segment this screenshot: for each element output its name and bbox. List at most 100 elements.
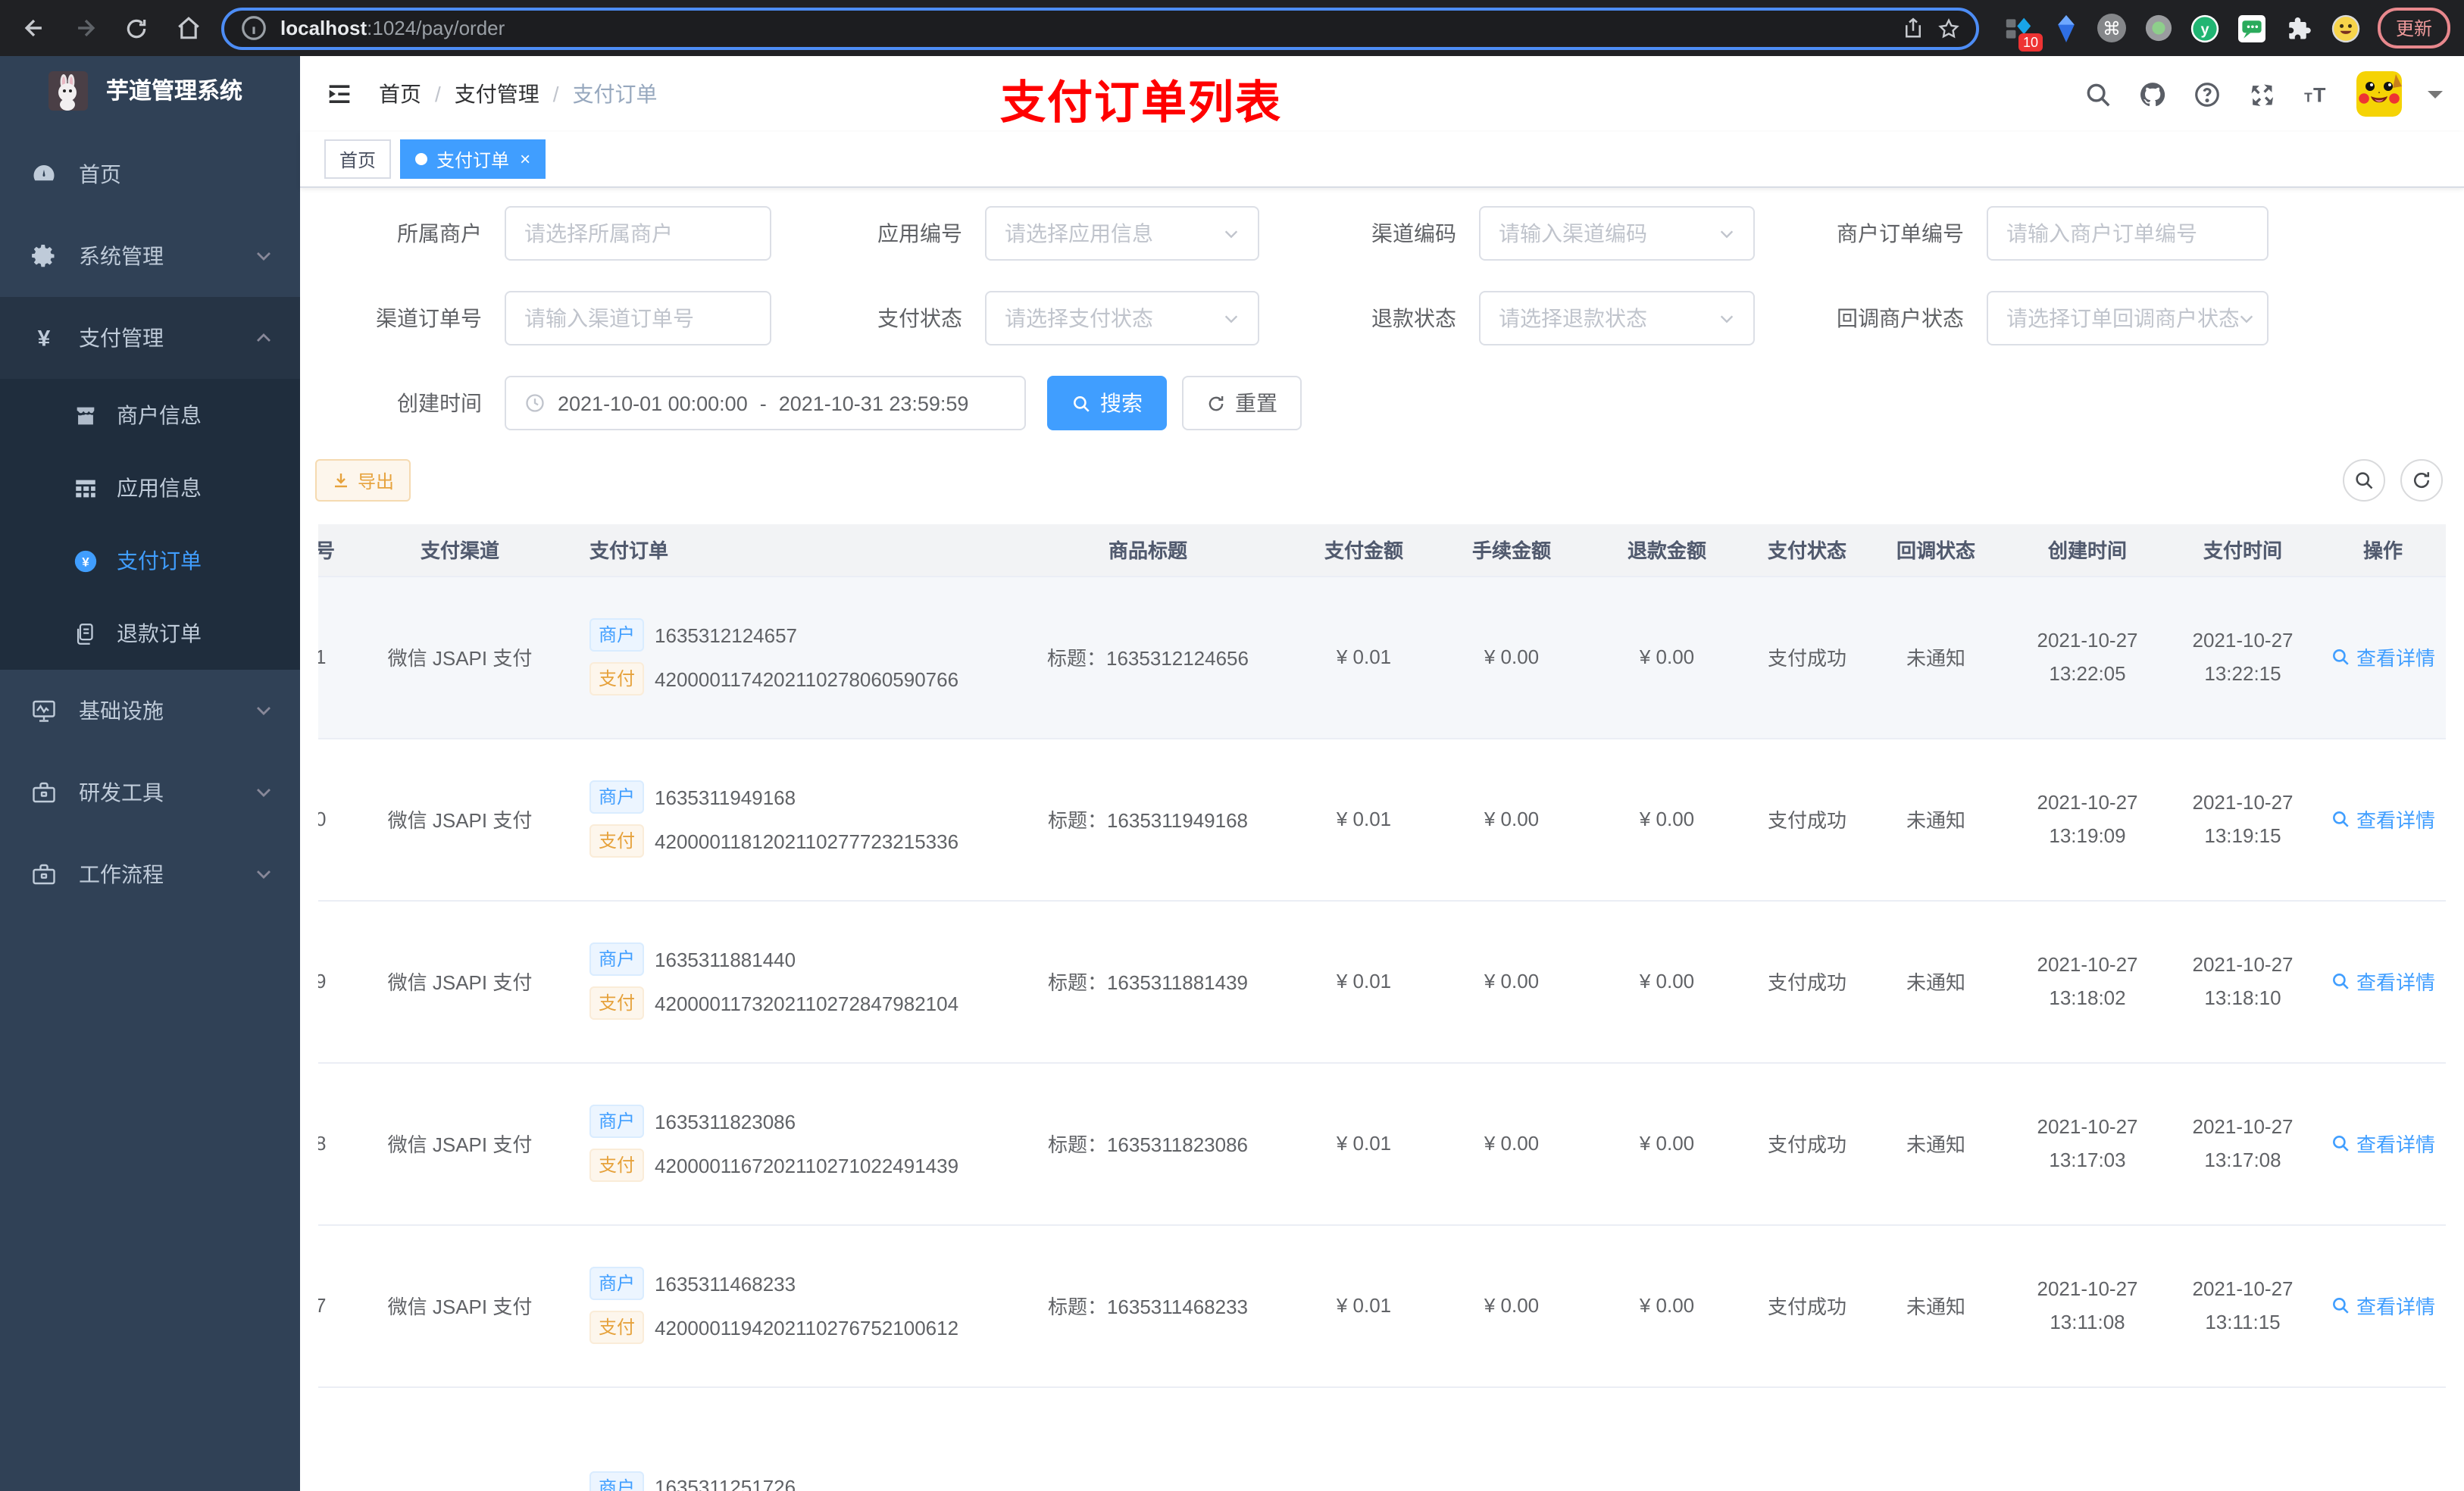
extension-command-icon[interactable]: ⌘ <box>2097 14 2126 42</box>
tab-home[interactable]: 首页 <box>324 139 392 179</box>
app-logo[interactable]: 芋道管理系统 <box>0 56 300 124</box>
cell-paid-time: 2021-10-27 13:18:10 <box>2175 900 2311 1063</box>
extensions-puzzle-icon[interactable] <box>2284 13 2314 43</box>
refund-status-select[interactable]: 请选择退款状态 <box>1479 291 1755 345</box>
cell-id: 21 <box>318 576 352 739</box>
date-start: 2021-10-01 00:00:00 <box>558 392 748 414</box>
breadcrumb-payment[interactable]: 支付管理 <box>455 79 539 109</box>
cell-notify-status: 未通知 <box>1871 1062 2000 1225</box>
font-size-icon[interactable]: TT <box>2302 80 2331 108</box>
sidebar-collapse-icon[interactable] <box>324 79 355 109</box>
profile-emoji-icon[interactable] <box>2331 13 2361 43</box>
yen-circle-icon: ¥ <box>73 548 98 574</box>
link-label: 查看详情 <box>2356 809 2435 832</box>
filter-label: 支付状态 <box>877 306 962 330</box>
address-bar[interactable]: localhost:1024/pay/order <box>221 7 1979 49</box>
chevron-down-icon <box>255 702 273 720</box>
order-no-line: 商户 1635311468233 <box>589 1267 994 1300</box>
time-text: 13:18:10 <box>2204 986 2281 1008</box>
view-detail-link[interactable]: 查看详情 <box>2331 1129 2435 1158</box>
table-row: 20微信 JSAPI 支付商户 1635311949168 支付 4200001181… <box>318 738 2446 901</box>
github-icon[interactable] <box>2138 80 2167 108</box>
export-button[interactable]: 导出 <box>315 459 411 502</box>
avatar-caret-icon[interactable] <box>2428 90 2443 105</box>
pay-badge: 支付 <box>589 1149 645 1182</box>
sidebar-item-dev-tools[interactable]: 研发工具 <box>0 752 300 833</box>
cell-title: 标题：1635311949168 <box>1000 738 1296 901</box>
sidebar-item-label: 首页 <box>79 162 121 186</box>
sidebar-item-label: 工作流程 <box>79 862 164 886</box>
column-header: 支付渠道 <box>352 524 568 577</box>
column-header: 退款金额 <box>1591 524 1743 577</box>
extension-devtool-icon[interactable]: 10 <box>2003 13 2043 51</box>
column-header: 操作 <box>2311 524 2446 577</box>
merchant-select[interactable]: 请选择所属商户 <box>505 206 771 261</box>
sidebar-item-refund-order[interactable]: 退款订单 <box>0 597 300 670</box>
link-label: 查看详情 <box>2356 647 2435 670</box>
merchant-badge: 商户 <box>589 942 645 976</box>
callback-status-select[interactable]: 请选择订单回调商户状态 <box>1987 291 2269 345</box>
channel-code-select[interactable]: 请输入渠道编码 <box>1479 206 1755 261</box>
site-info-icon[interactable] <box>239 14 268 42</box>
extension-y-icon[interactable]: y <box>2190 13 2220 43</box>
tab-close-icon[interactable]: × <box>520 150 530 168</box>
yen-icon: ¥ <box>30 324 58 352</box>
merchant-order-no-input[interactable]: 请输入商户订单编号 <box>1987 206 2269 261</box>
refresh-table-button[interactable] <box>2400 459 2443 502</box>
url-text[interactable]: localhost:1024/pay/order <box>280 17 1890 39</box>
help-icon[interactable] <box>2193 80 2222 108</box>
filter-row-2: 渠道订单号 请输入渠道订单号 支付状态 请选择支付状态 退款状态 请选择退款状态… <box>315 291 2449 345</box>
order-number: 4200001173202110272847982104 <box>655 992 959 1014</box>
bookmark-star-icon[interactable] <box>1937 16 1961 40</box>
search-icon[interactable] <box>2084 80 2112 108</box>
fullscreen-icon[interactable] <box>2247 80 2276 108</box>
placeholder-text: 请选择订单回调商户状态 <box>2006 306 2238 330</box>
cell-notify-status: 未通知 <box>1871 900 2000 1063</box>
svg-text:T: T <box>2313 83 2326 106</box>
hide-search-button[interactable] <box>2343 459 2385 502</box>
share-icon[interactable] <box>1902 17 1925 39</box>
extension-gem-icon[interactable] <box>2050 13 2081 43</box>
view-detail-link[interactable]: 查看详情 <box>2331 805 2435 833</box>
create-time-range-picker[interactable]: 2021-10-01 00:00:00 - 2021-10-31 23:59:5… <box>505 376 1026 430</box>
document-icon <box>73 620 98 646</box>
channel-order-no-input[interactable]: 请输入渠道订单号 <box>505 291 771 345</box>
browser-home-icon[interactable] <box>170 10 206 46</box>
user-avatar[interactable] <box>2356 71 2402 117</box>
search-button[interactable]: 搜索 <box>1047 376 1167 430</box>
sidebar-item-home[interactable]: 首页 <box>0 133 300 215</box>
filter-row-3: 创建时间 2021-10-01 00:00:00 - 2021-10-31 23… <box>315 376 2449 430</box>
cell-id: 18 <box>318 1062 352 1225</box>
sidebar-item-infrastructure[interactable]: 基础设施 <box>0 670 300 752</box>
view-detail-link[interactable]: 查看详情 <box>2331 967 2435 996</box>
browser-reload-icon[interactable] <box>118 10 155 46</box>
reset-button[interactable]: 重置 <box>1182 376 1302 430</box>
browser-back-icon[interactable] <box>15 10 52 46</box>
sidebar-item-app-info[interactable]: 应用信息 <box>0 452 300 524</box>
breadcrumb-home[interactable]: 首页 <box>379 79 421 109</box>
browser-forward-icon[interactable] <box>67 10 103 46</box>
app-select[interactable]: 请选择应用信息 <box>985 206 1259 261</box>
view-detail-link[interactable]: 查看详情 <box>2331 642 2435 671</box>
clock-icon <box>526 394 544 412</box>
cell-amount: ¥ 0.01 <box>1296 1224 1432 1387</box>
cell-paid-time: 2021-10-27 13:19:15 <box>2175 738 2311 901</box>
logo-rabbit-image <box>48 70 88 110</box>
view-detail-link[interactable]: 查看详情 <box>2331 1291 2435 1320</box>
extension-chat-icon[interactable] <box>2237 13 2267 43</box>
sidebar-item-pay-order[interactable]: ¥ 支付订单 <box>0 524 300 597</box>
grid-icon <box>73 475 98 501</box>
sidebar-item-workflow[interactable]: 工作流程 <box>0 833 300 915</box>
merchant-badge: 商户 <box>589 618 645 652</box>
sidebar-item-payment[interactable]: ¥ 支付管理 <box>0 297 300 379</box>
pay-status-select[interactable]: 请选择支付状态 <box>985 291 1259 345</box>
filter-label: 回调商户状态 <box>1837 306 1964 330</box>
button-label: 重置 <box>1235 391 1277 415</box>
select-arrow-icon <box>1224 230 1238 238</box>
browser-update-button[interactable]: 更新 <box>2378 8 2451 48</box>
tab-pay-order[interactable]: 支付订单 × <box>400 139 546 179</box>
sidebar-item-system[interactable]: 系统管理 <box>0 215 300 297</box>
extension-record-icon[interactable] <box>2143 13 2173 43</box>
table-row: 18微信 JSAPI 支付商户 1635311823086 支付 4200001167… <box>318 1062 2446 1225</box>
sidebar-item-merchant-info[interactable]: 商户信息 <box>0 379 300 452</box>
